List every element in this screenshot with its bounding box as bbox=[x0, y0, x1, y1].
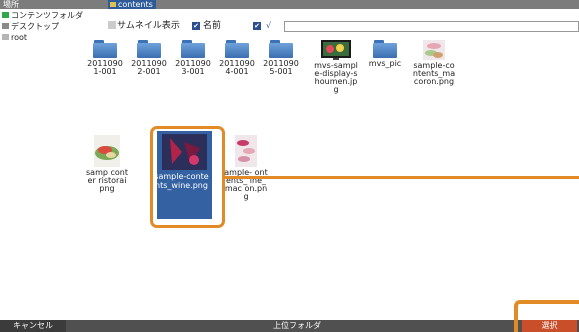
view-mode-label: サムネイル表示 bbox=[117, 21, 180, 31]
drive-icon bbox=[2, 34, 9, 40]
file-item-folder[interactable]: 20110905-001 bbox=[261, 40, 301, 76]
file-item-selected[interactable] bbox=[150, 126, 225, 228]
checkbox-icon[interactable]: ✔ bbox=[253, 22, 261, 30]
sidebar-item-root[interactable]: root bbox=[2, 33, 27, 43]
desktop-icon bbox=[2, 23, 9, 29]
file-name: 20110903-001 bbox=[175, 59, 211, 76]
file-item-image[interactable]: sample-contents_macoron.png bbox=[412, 40, 456, 86]
green-folder-icon bbox=[2, 12, 9, 18]
wine-macaron-thumbnail-icon bbox=[235, 135, 257, 167]
file-item-folder[interactable]: 20110902-001 bbox=[129, 40, 169, 76]
view-mode-select[interactable]: サムネイル表示 bbox=[108, 20, 180, 32]
file-item-folder[interactable]: mvs_pic bbox=[363, 40, 407, 68]
file-item-image[interactable]: samp conter ristorai png bbox=[85, 135, 129, 193]
file-name: 20110905-001 bbox=[263, 59, 299, 76]
file-item-folder[interactable]: 20110903-001 bbox=[173, 40, 213, 76]
toolbar: サムネイル表示 ✔ 名前 ✔ √ bbox=[106, 9, 579, 35]
file-item-folder[interactable]: 20110904-001 bbox=[217, 40, 257, 76]
thumbnail-icon bbox=[108, 21, 116, 29]
sidebar-item-desktop[interactable]: デスクトップ bbox=[2, 22, 59, 32]
file-name: mvs-sample-display-shoumen.jpg bbox=[314, 61, 358, 94]
folder-icon bbox=[181, 40, 205, 58]
folder-icon bbox=[93, 40, 117, 58]
cancel-button[interactable]: キャンセル bbox=[0, 320, 66, 332]
file-name: 20110904-001 bbox=[219, 59, 255, 76]
callout-line bbox=[223, 176, 579, 179]
location-header: 場所 bbox=[0, 0, 106, 9]
folder-icon bbox=[269, 40, 293, 58]
file-name: samp conter ristorai png bbox=[86, 168, 128, 193]
sort-select[interactable]: 名前 bbox=[203, 20, 221, 32]
file-name: mvs_pic bbox=[368, 59, 402, 68]
file-name: 20110902-001 bbox=[131, 59, 167, 76]
parent-folder-button[interactable]: 上位フォルダ bbox=[261, 320, 333, 332]
folder-icon bbox=[225, 40, 249, 58]
sidebar-item-label: デスクトップ bbox=[11, 22, 59, 31]
filter-icon[interactable]: √ bbox=[266, 20, 271, 32]
display-thumbnail-icon bbox=[321, 40, 351, 60]
sort-label: 名前 bbox=[203, 21, 222, 31]
path-crumb-contents[interactable]: contents bbox=[108, 0, 156, 9]
checkbox-icon[interactable]: ✔ bbox=[192, 22, 200, 30]
macaron-thumbnail-icon bbox=[423, 40, 445, 60]
folder-icon bbox=[137, 40, 161, 58]
folder-icon bbox=[110, 2, 116, 7]
file-item-image[interactable]: mvs-sample-display-shoumen.jpg bbox=[313, 40, 359, 94]
path-input[interactable] bbox=[284, 21, 579, 32]
path-crumb-label: contents bbox=[118, 0, 153, 9]
sidebar-item-contents-folder[interactable]: コンテンツフォルダ bbox=[2, 11, 83, 21]
select-button-highlight bbox=[514, 300, 579, 332]
bottom-bar: キャンセル 上位フォルダ 選択 bbox=[0, 320, 579, 332]
sidebar-item-label: コンテンツフォルダ bbox=[11, 11, 83, 20]
food-thumbnail-icon bbox=[94, 135, 120, 167]
file-name: 20110901-001 bbox=[87, 59, 123, 76]
file-item-folder[interactable]: 20110901-001 bbox=[85, 40, 125, 76]
file-name: ample- ontents_ ine_mac on.png bbox=[224, 168, 268, 201]
path-bar: contents bbox=[106, 0, 579, 9]
folder-icon bbox=[373, 40, 397, 58]
file-name: sample-contents_macoron.png bbox=[412, 61, 456, 86]
sidebar-item-label: root bbox=[11, 33, 28, 42]
file-item-image[interactable]: ample- ontents_ ine_mac on.png bbox=[224, 135, 268, 201]
